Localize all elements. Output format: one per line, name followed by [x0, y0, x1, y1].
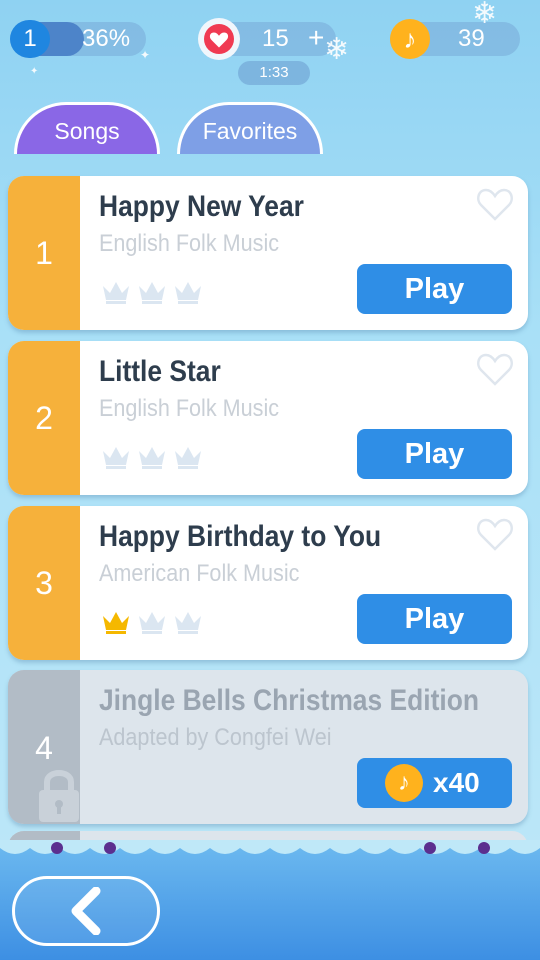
song-card[interactable]: 3 Happy Birthday to You American Folk Mu… — [8, 506, 528, 660]
song-title: Happy New Year — [99, 190, 304, 223]
crown-rating — [100, 443, 204, 471]
crown-icon — [172, 278, 204, 306]
favorite-heart-icon[interactable] — [476, 516, 514, 552]
song-artist: English Folk Music — [99, 395, 280, 422]
song-card-locked[interactable]: 4 Jingle Bells Christmas Edition Adapted… — [8, 670, 528, 824]
favorite-heart-icon[interactable] — [476, 351, 514, 387]
song-artist: American Folk Music — [99, 560, 300, 587]
snowflake-icon: ✦ — [140, 48, 151, 62]
crown-icon — [172, 608, 204, 636]
crown-rating — [100, 608, 204, 636]
song-artist: English Folk Music — [99, 230, 280, 257]
heart-icon — [198, 18, 240, 60]
favorite-heart-icon[interactable] — [476, 186, 514, 222]
song-rank: 1 — [8, 176, 80, 330]
back-button[interactable] — [12, 876, 160, 946]
lives-count: 15 — [262, 25, 289, 52]
song-rank: 2 — [8, 341, 80, 495]
play-button[interactable]: Play — [357, 264, 512, 314]
song-title: Jingle Bells Christmas Edition — [99, 684, 479, 717]
crown-icon — [100, 608, 132, 636]
level-progress: 1 36% — [10, 20, 146, 58]
song-card[interactable]: 2 Little Star English Folk Music Play — [8, 341, 528, 495]
lives-refill-timer: 1:33 — [238, 61, 310, 85]
coin-counter[interactable]: ♪ 39 — [390, 19, 520, 59]
unlock-price: x40 — [433, 767, 480, 798]
snowflake-icon: ✦ — [30, 66, 39, 77]
chevron-left-icon — [71, 887, 101, 935]
crown-icon — [136, 443, 168, 471]
music-note-coin-icon: ♪ — [390, 19, 430, 59]
level-progress-percent: 36% — [82, 25, 131, 52]
bottom-bar — [0, 840, 540, 960]
snowflake-icon: ❄ — [324, 33, 350, 66]
add-lives-button[interactable]: + — [308, 21, 324, 55]
crown-rating — [100, 278, 204, 306]
unlock-button[interactable]: ♪ x40 — [357, 758, 512, 808]
song-artist: Adapted by Congfei Wei — [99, 724, 332, 751]
crown-icon — [136, 608, 168, 636]
play-button[interactable]: Play — [357, 594, 512, 644]
snowflake-icon: ❄ — [472, 0, 498, 30]
lock-icon — [39, 770, 79, 822]
lives-counter[interactable]: 15 + — [198, 18, 336, 60]
song-title: Happy Birthday to You — [99, 520, 382, 553]
wave-decoration — [0, 840, 540, 854]
tab-songs[interactable]: Songs — [14, 102, 160, 154]
status-bar: 1 36% 15 + 1:33 ♪ 39 ❄ ❄ ✦ ✦ — [0, 0, 540, 90]
song-card[interactable]: 1 Happy New Year English Folk Music Play — [8, 176, 528, 330]
level-badge: 1 — [10, 20, 50, 58]
play-button[interactable]: Play — [357, 429, 512, 479]
tab-favorites[interactable]: Favorites — [177, 102, 323, 154]
crown-icon — [136, 278, 168, 306]
crown-icon — [172, 443, 204, 471]
song-rank: 3 — [8, 506, 80, 660]
crown-icon — [100, 443, 132, 471]
crown-icon — [100, 278, 132, 306]
song-title: Little Star — [99, 355, 221, 388]
music-note-coin-icon: ♪ — [385, 764, 423, 802]
